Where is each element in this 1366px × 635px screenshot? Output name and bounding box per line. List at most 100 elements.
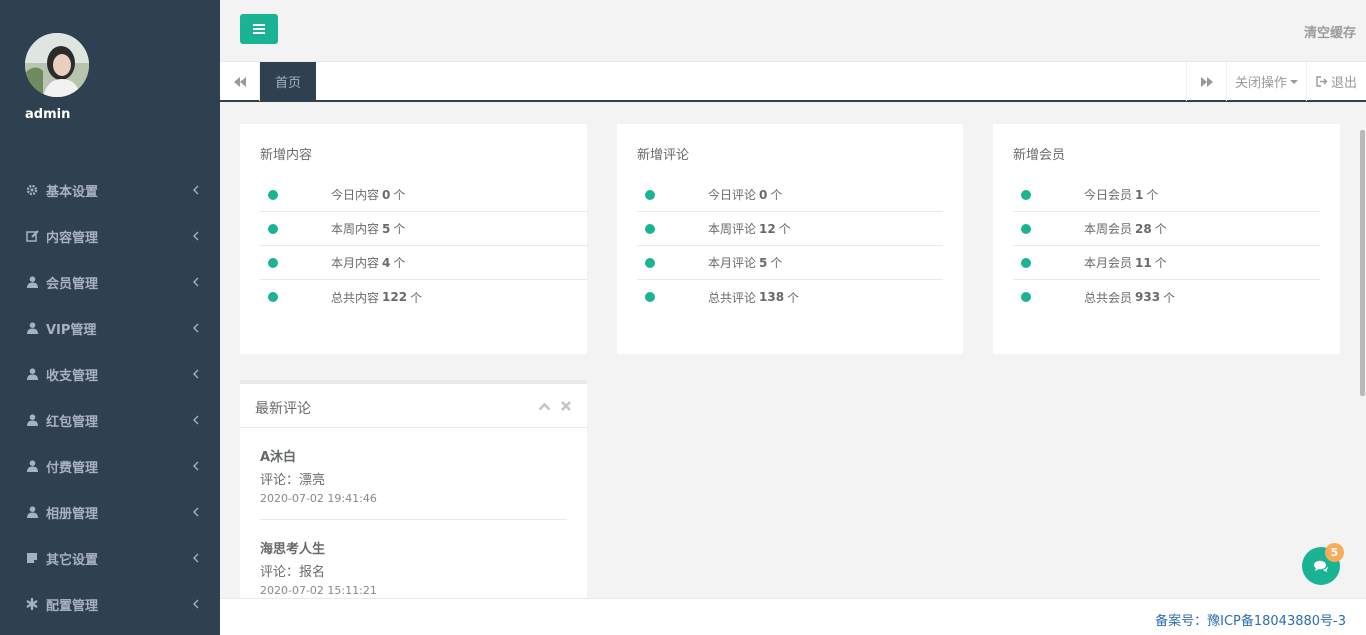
stat-row: 本周内容 5 个 (260, 212, 587, 246)
stat-row: 总共内容 122 个 (260, 280, 587, 314)
logout-label: 退出 (1330, 76, 1357, 91)
status-dot (645, 223, 655, 234)
stat-label: 今日评论 (708, 188, 757, 202)
note-icon (25, 551, 39, 565)
comments-icon (1314, 560, 1328, 572)
user-icon (25, 275, 39, 289)
stat-value: 5 (759, 255, 768, 270)
stat-label: 本月内容 (331, 256, 380, 270)
stat-value: 0 (382, 187, 391, 202)
tab-scroll-left-button[interactable] (220, 62, 260, 101)
sidebar-item-label: 会员管理 (46, 276, 99, 292)
status-dot (268, 257, 278, 268)
status-dot (1021, 189, 1031, 200)
sidebar-item-label: 配置管理 (46, 598, 99, 614)
sidebar-item-label: 内容管理 (46, 230, 99, 246)
stat-row: 今日内容 0 个 (260, 178, 587, 212)
sidebar-item-red-packets[interactable]: 红包管理 (0, 397, 220, 443)
stat-row: 本周评论 12 个 (637, 212, 943, 246)
stat-unit: 个 (410, 290, 423, 305)
page-scrollbar[interactable] (1360, 130, 1365, 396)
stat-value: 933 (1135, 290, 1161, 304)
sidebar: admin 基本设置 内容管理 会员管理 VIP管理 收支管理 红包管理 付费管… (0, 0, 220, 635)
status-dot (645, 292, 655, 302)
user-icon (25, 413, 39, 427)
chat-badge: 5 (1325, 543, 1344, 562)
icp-record-link[interactable]: 备案号：豫ICP备18043880号-3 (1155, 610, 1346, 629)
footer: 备案号：豫ICP备18043880号-3 (220, 598, 1366, 635)
tab-home[interactable]: 首页 (260, 62, 316, 101)
stat-label: 总共评论 (708, 290, 757, 305)
logout-button[interactable]: 退出 (1306, 62, 1366, 101)
stat-value: 138 (759, 290, 785, 304)
stat-unit: 个 (393, 188, 406, 202)
user-icon (25, 367, 39, 381)
sidebar-item-paid[interactable]: 付费管理 (0, 443, 220, 489)
sidebar-item-content[interactable]: 内容管理 (0, 213, 220, 259)
stat-list: 今日会员 1 个 本周会员 28 个 本月会员 11 个 总共会员 933 个 (1013, 178, 1320, 314)
tab-scroll-right-button[interactable] (1186, 62, 1226, 101)
latest-comments-panel: 最新评论 A沐白 评论：漂亮 2020-07-02 19:41:46 海思考人生… (240, 380, 587, 598)
sidebar-item-config[interactable]: 配置管理 (0, 581, 220, 627)
sidebar-item-label: VIP管理 (46, 322, 97, 338)
stat-label: 本周评论 (708, 222, 757, 236)
sidebar-item-label: 付费管理 (46, 460, 99, 476)
chevron-left-icon (193, 323, 199, 333)
avatar[interactable] (25, 33, 89, 97)
comment-time: 2020-07-02 19:41:46 (260, 492, 377, 505)
comment-text: 评论：漂亮 (260, 473, 326, 488)
stat-value: 122 (382, 290, 408, 304)
new-content-card: 新增内容 今日内容 0 个 本周内容 5 个 本月内容 4 个 总共内容 122 个 (240, 124, 587, 354)
sidebar-item-finance[interactable]: 收支管理 (0, 351, 220, 397)
edit-icon (25, 229, 39, 243)
chevron-left-icon (193, 185, 199, 195)
hamburger-icon (253, 24, 265, 34)
clear-cache-link[interactable]: 清空缓存 (1304, 22, 1356, 41)
user-icon (25, 459, 39, 473)
comment-text: 评论：报名 (260, 565, 326, 580)
stat-row: 总共评论 138 个 (637, 280, 943, 314)
collapse-button[interactable] (537, 399, 551, 413)
username: admin (25, 107, 71, 122)
sidebar-item-members[interactable]: 会员管理 (0, 259, 220, 305)
stat-label: 今日会员 (1084, 188, 1133, 202)
comment-user[interactable]: A沐白 (260, 446, 567, 465)
stat-unit: 个 (787, 290, 800, 305)
panel-header: 最新评论 (240, 384, 587, 428)
comment-user[interactable]: 海思考人生 (260, 538, 567, 557)
sidebar-item-label: 收支管理 (46, 368, 99, 384)
chevron-left-icon (193, 277, 199, 287)
tab-bar: 首页 关闭操作 退出 (220, 61, 1366, 102)
sidebar-item-albums[interactable]: 相册管理 (0, 489, 220, 535)
stat-row: 本月评论 5 个 (637, 246, 943, 280)
chevron-up-icon (538, 402, 550, 410)
stat-value: 11 (1135, 255, 1152, 270)
sidebar-item-basic-settings[interactable]: 基本设置 (0, 167, 220, 213)
gear-icon (25, 183, 39, 197)
stat-label: 本周内容 (331, 222, 380, 236)
stat-value: 12 (759, 221, 776, 236)
panel-title: 最新评论 (255, 401, 311, 417)
caret-down-icon (1290, 79, 1298, 84)
sidebar-item-label: 红包管理 (46, 414, 99, 430)
chevron-left-icon (193, 553, 199, 563)
stat-row: 今日评论 0 个 (637, 178, 943, 212)
close-panel-button[interactable] (559, 399, 573, 413)
status-dot (1021, 292, 1031, 302)
sidebar-item-other-settings[interactable]: 其它设置 (0, 535, 220, 581)
menu-toggle-button[interactable] (240, 14, 278, 44)
backward-icon (233, 76, 246, 87)
status-dot (645, 189, 655, 200)
chevron-left-icon (193, 507, 199, 517)
stat-label: 总共内容 (331, 290, 380, 305)
new-comments-card: 新增评论 今日评论 0 个 本周评论 12 个 本月评论 5 个 总共评论 138 个 (617, 124, 963, 354)
stat-value: 0 (759, 187, 768, 202)
user-icon (25, 505, 39, 519)
sidebar-item-vip[interactable]: VIP管理 (0, 305, 220, 351)
chevron-left-icon (193, 461, 199, 471)
close-operations-dropdown[interactable]: 关闭操作 (1226, 62, 1306, 101)
stat-unit: 个 (770, 256, 783, 270)
stat-value: 28 (1135, 221, 1152, 236)
status-dot (268, 189, 278, 200)
forward-icon (1200, 76, 1213, 87)
